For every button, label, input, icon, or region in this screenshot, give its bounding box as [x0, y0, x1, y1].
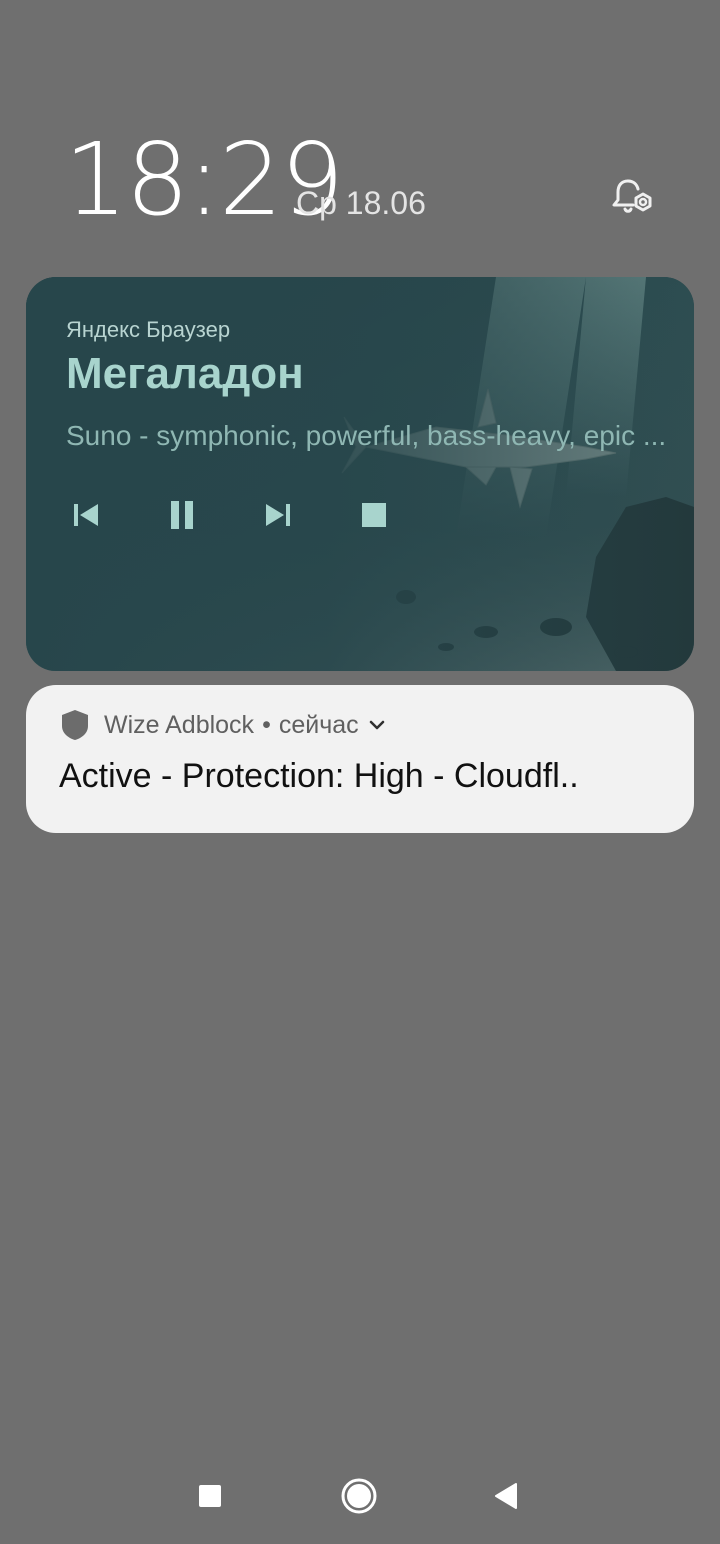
notification-header: Wize Adblock • сейчас [60, 707, 389, 743]
notification-separator: • [262, 710, 271, 739]
notification-text: Active - Protection: High - Cloudfl.. [59, 757, 579, 795]
notification-app-name: Wize Adblock [104, 710, 255, 739]
skip-next-icon [266, 504, 290, 526]
next-track-button[interactable] [258, 495, 298, 535]
notification-time: сейчас [278, 710, 359, 739]
date-label: Ср 18.06 [296, 185, 426, 221]
home-circle-icon [341, 1478, 377, 1514]
chevron-down-icon [369, 720, 384, 730]
recents-square-icon [199, 1485, 221, 1507]
media-controls [66, 495, 394, 535]
home-button[interactable] [337, 1474, 381, 1518]
lock-screen: 18:29 Ср 18.06 Яндекс Браузер Мегаладон … [0, 0, 720, 1544]
media-track-subtitle: Suno - symphonic, powerful, bass-heavy, … [66, 420, 667, 451]
media-track-title: Мегаладон [66, 349, 304, 398]
navigation-bar [0, 1460, 720, 1532]
shield-icon [62, 710, 88, 740]
back-button[interactable] [484, 1474, 528, 1518]
previous-track-button[interactable] [66, 495, 106, 535]
stop-button[interactable] [354, 495, 394, 535]
pause-button[interactable] [162, 495, 202, 535]
media-app-name: Яндекс Браузер [66, 317, 231, 342]
adblock-notification[interactable]: Wize Adblock • сейчас Active - Protectio… [26, 685, 694, 833]
stop-icon [362, 503, 386, 527]
recents-button[interactable] [188, 1474, 232, 1518]
expand-notification-button[interactable] [365, 713, 389, 737]
pause-icon [171, 501, 193, 529]
media-player-card[interactable]: Яндекс Браузер Мегаладон Suno - symphoni… [26, 277, 694, 671]
notification-settings-icon[interactable] [606, 170, 658, 222]
back-triangle-icon [495, 1483, 517, 1509]
skip-previous-icon [74, 504, 98, 526]
